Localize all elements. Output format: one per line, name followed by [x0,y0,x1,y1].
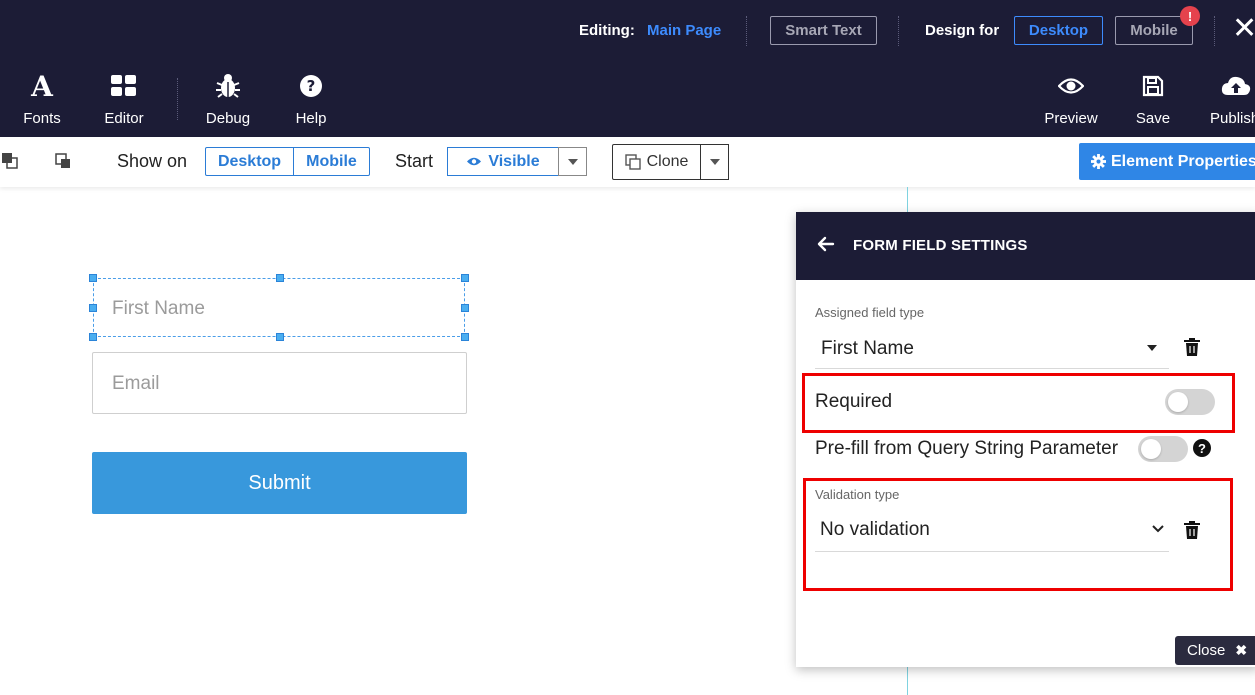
bug-icon [193,70,263,102]
grid-icon [89,70,159,102]
back-arrow-icon[interactable] [816,234,836,254]
gear-icon [1091,154,1106,169]
visibility-button[interactable]: Visible [447,147,559,176]
panel-title: FORM FIELD SETTINGS [853,237,1028,254]
help-icon: ? [276,70,346,102]
divider [177,78,178,120]
tool-editor[interactable]: Editor [89,70,159,127]
divider [898,16,899,46]
close-panel-button[interactable]: Close ✖ [1175,636,1255,665]
tool-label: Editor [104,110,144,127]
floppy-icon [1118,70,1188,102]
element-properties-button[interactable]: Element Properties [1079,143,1255,180]
send-to-back-icon[interactable] [55,153,71,169]
select-underline [815,368,1169,369]
first-name-placeholder: First Name [112,298,205,319]
divider [746,16,747,46]
tool-publish[interactable]: Publish [1199,70,1255,127]
eye-icon [1036,70,1106,102]
top-bar: Editing: Main Page Smart Text Design for… [0,0,1255,137]
highlight-validation [803,478,1233,591]
tool-preview[interactable]: Preview [1036,70,1106,127]
question-icon[interactable]: ? [1193,439,1211,457]
tool-fonts[interactable]: A Fonts [7,69,77,128]
copy-icon [624,154,641,170]
start-label: Start [395,151,434,171]
editing-label: Editing: [579,22,635,39]
close-icon: ✖ [1235,642,1248,658]
tool-label: Publish [1210,110,1255,127]
element-properties-label: Element Properties [1111,152,1255,170]
element-toolbar: Show on Desktop Mobile Start Visible Clo… [0,137,1255,187]
bring-to-front-icon[interactable] [2,153,18,169]
visibility-dropdown[interactable] [558,147,587,176]
resize-handle[interactable] [461,274,469,282]
email-placeholder: Email [112,373,160,394]
smart-text-button[interactable]: Smart Text [770,16,877,45]
first-name-field[interactable]: First Name [89,274,469,341]
clone-label: Clone [646,153,689,170]
resize-handle[interactable] [89,274,97,282]
resize-handle[interactable] [276,333,284,341]
prefill-label: Pre-fill from Query String Parameter [815,438,1119,459]
divider [1214,16,1215,46]
close-label: Close [1187,642,1226,659]
close-editor-icon[interactable]: ✕ [1232,14,1255,44]
tool-label: Help [295,110,327,127]
clone-button[interactable]: Clone [612,144,701,180]
chevron-down-icon [1147,345,1157,351]
tool-label: Fonts [23,110,61,127]
cloud-upload-icon [1199,70,1255,102]
tool-save[interactable]: Save [1118,70,1188,127]
alert-badge: ! [1180,6,1200,26]
trash-icon[interactable] [1184,338,1200,356]
toggle-knob [1141,439,1161,459]
tool-label: Preview [1044,110,1098,127]
font-icon: A [31,69,53,103]
panel-header: FORM FIELD SETTINGS [796,212,1255,280]
tool-label: Debug [205,110,251,127]
submit-button[interactable]: Submit [92,452,467,514]
design-desktop-button[interactable]: Desktop [1014,16,1103,45]
email-field[interactable]: Email [92,352,467,414]
tool-help[interactable]: ? Help [276,70,346,127]
assigned-field-type-label: Assigned field type [815,305,925,320]
show-on-desktop-button[interactable]: Desktop [205,147,294,176]
resize-handle[interactable] [461,333,469,341]
resize-handle[interactable] [89,333,97,341]
tool-debug[interactable]: Debug [193,70,263,127]
editing-page-link[interactable]: Main Page [647,22,721,39]
design-for-label: Design for [925,22,1000,39]
tool-label: Save [1135,110,1171,127]
visibility-label: Visible [488,152,540,170]
eye-icon [467,157,482,166]
svg-text:?: ? [307,77,316,95]
highlight-required [802,373,1235,433]
prefill-toggle[interactable] [1138,436,1188,462]
resize-handle[interactable] [461,304,469,312]
form-field-settings-panel: FORM FIELD SETTINGS Assigned field type … [796,212,1255,667]
resize-handle[interactable] [276,274,284,282]
chevron-down-icon [567,158,578,165]
show-on-mobile-button[interactable]: Mobile [293,147,370,176]
resize-handle[interactable] [89,304,97,312]
clone-dropdown[interactable] [700,144,729,180]
editor-app: Editing: Main Page Smart Text Design for… [0,0,1255,695]
assigned-field-type-value: First Name [821,338,914,359]
chevron-down-icon [709,159,720,165]
show-on-label: Show on [117,151,188,171]
